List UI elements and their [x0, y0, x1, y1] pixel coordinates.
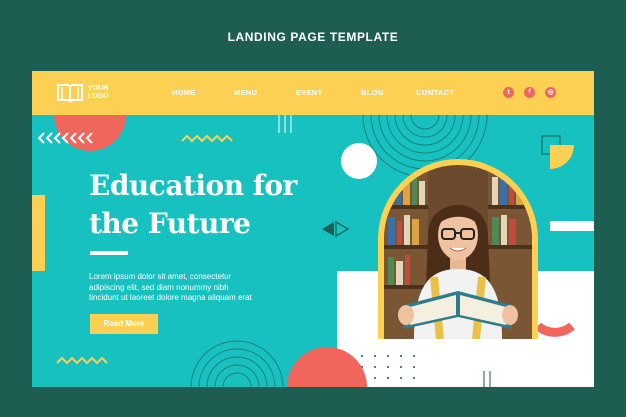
vertical-lines: [278, 115, 292, 133]
yellow-zigzag-bottom: [56, 356, 108, 365]
landing-page-card: YOUR LOGO HOME MENU EVENT BLOG CONTACT t…: [32, 71, 594, 387]
page-title: LANDING PAGE TEMPLATE: [227, 30, 399, 44]
student-reading-illustration: [384, 165, 532, 339]
read-more-button[interactable]: Read More: [90, 314, 158, 334]
hero-body-line3: tincidunt ut laoreet dolore magna aliqua…: [89, 293, 252, 302]
instagram-icon[interactable]: ◎: [545, 87, 556, 98]
top-navigation-bar: YOUR LOGO HOME MENU EVENT BLOG CONTACT t…: [32, 71, 594, 115]
facebook-icon[interactable]: f: [524, 87, 535, 98]
logo[interactable]: YOUR LOGO: [56, 82, 118, 104]
yellow-zigzag: [181, 134, 233, 143]
nav-event[interactable]: EVENT: [296, 88, 323, 97]
coral-half-circle: [54, 115, 126, 151]
headline-underline: [90, 251, 128, 255]
triangle-outline: [335, 220, 350, 238]
nav-home[interactable]: HOME: [172, 88, 196, 97]
nav-menu[interactable]: MENU: [234, 88, 257, 97]
logo-text-line2: LOGO: [88, 93, 109, 100]
hero-body-line2: adipiscing elit, sed diam nonummy nibh: [89, 282, 229, 292]
logo-text: YOUR LOGO: [88, 85, 118, 101]
concentric-arcs-bottom: [190, 340, 284, 387]
twitter-icon[interactable]: t: [503, 87, 514, 98]
left-yellow-bar: [32, 195, 45, 271]
hero-headline: Education for the Future: [89, 167, 297, 243]
hero-body-line1: Lorem ipsum dolor sit amet, consectetur: [89, 272, 232, 281]
book-logo-icon: [57, 84, 83, 103]
logo-text-line1: YOUR: [88, 85, 109, 92]
nav-blog[interactable]: BLOG: [361, 88, 384, 97]
hero-headline-line2: the Future: [89, 207, 251, 240]
hero-headline-line1: Education for: [89, 169, 297, 202]
triangle-dark: [322, 222, 334, 236]
white-block-right: [550, 221, 594, 231]
hero-photo: [384, 165, 532, 339]
nav-contact[interactable]: CONTACT: [416, 88, 454, 97]
hero-body-text: Lorem ipsum dolor sit amet, consectetur …: [89, 272, 289, 304]
yellow-quarter-circle: [550, 145, 574, 169]
white-circle: [341, 143, 377, 179]
